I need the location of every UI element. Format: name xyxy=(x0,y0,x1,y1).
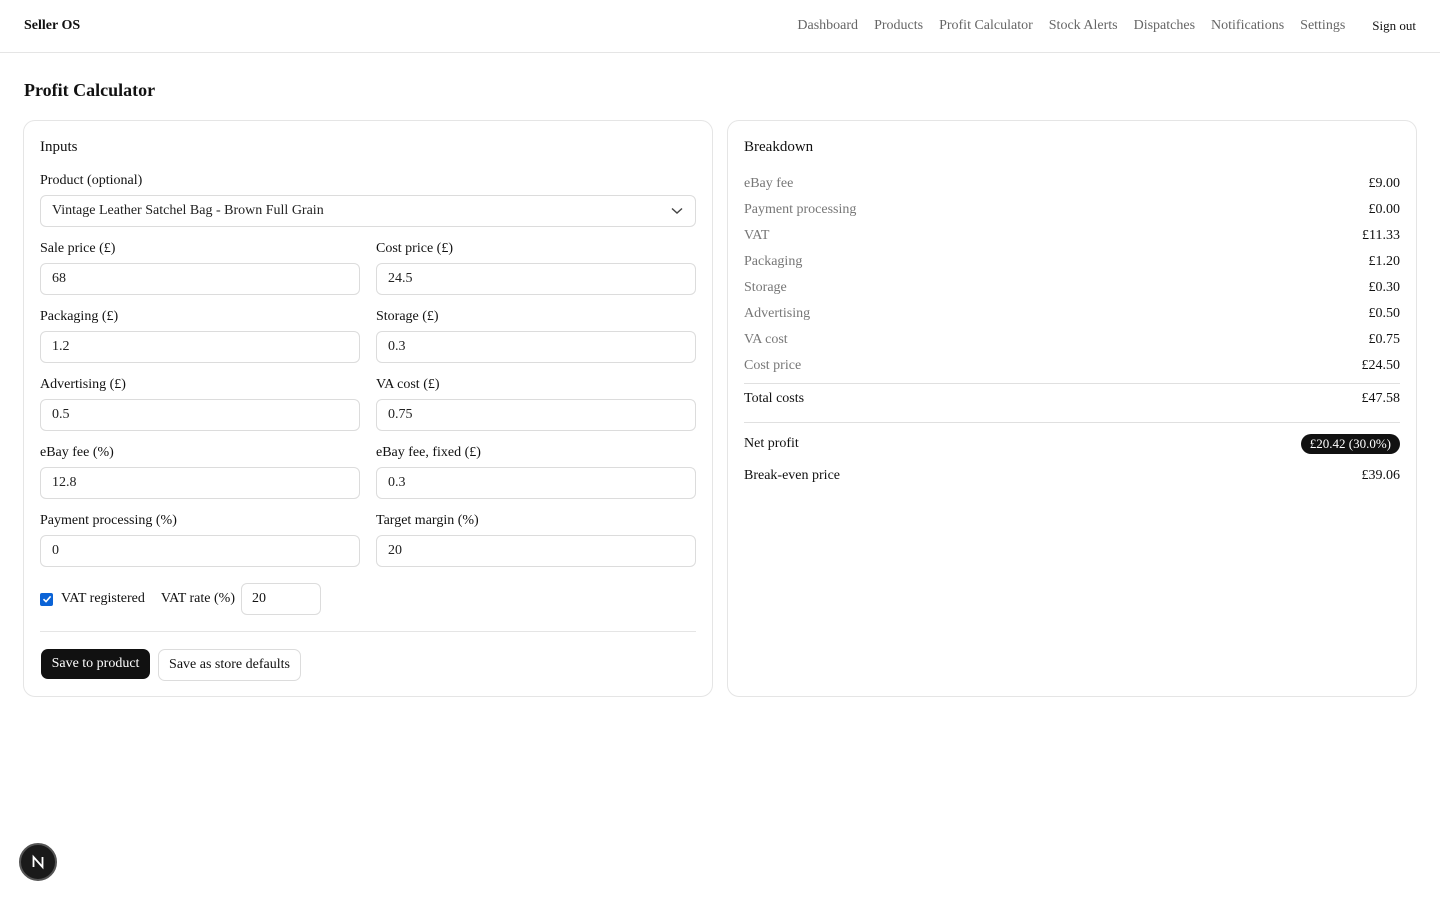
storage-input[interactable]: 0.3 xyxy=(376,331,696,363)
va-cost-input[interactable]: 0.75 xyxy=(376,399,696,431)
ebay-fee-fixed-label: eBay fee, fixed (£) xyxy=(376,445,481,460)
breakdown-row-value: £11.33 xyxy=(1362,228,1400,243)
breakdown-row-label: Packaging xyxy=(744,254,803,269)
checkmark-icon xyxy=(42,595,51,603)
target-margin-input[interactable]: 20 xyxy=(376,535,696,567)
payment-processing-input[interactable]: 0 xyxy=(40,535,360,567)
inputs-card: Inputs Product (optional) Vintage Leathe… xyxy=(23,120,713,697)
cost-price-input[interactable]: 24.5 xyxy=(376,263,696,295)
breakdown-row-value: £0.75 xyxy=(1368,332,1401,347)
vat-settings-row: VAT registered VAT rate (%) 20 xyxy=(40,583,321,615)
packaging-label: Packaging (£) xyxy=(40,309,119,324)
net-profit-badge: £20.42 (30.0%) xyxy=(1300,434,1400,454)
sale-price-label: Sale price (£) xyxy=(40,241,116,256)
brand-logo-text[interactable]: Seller OS xyxy=(24,18,80,34)
break-even-row: Break-even price £39.06 xyxy=(744,466,1400,486)
ebay-fee-input[interactable]: 12.8 xyxy=(40,467,360,499)
breakdown-row-label: Payment processing xyxy=(744,202,857,217)
nav-stock-alerts[interactable]: Stock Alerts xyxy=(1049,18,1118,34)
sign-out-button[interactable]: Sign out xyxy=(1372,18,1416,34)
advertising-input[interactable]: 0.5 xyxy=(40,399,360,431)
breakdown-row: Storage £0.30 xyxy=(744,278,1400,298)
next-logo-icon[interactable] xyxy=(19,843,57,881)
product-select[interactable]: Vintage Leather Satchel Bag - Brown Full… xyxy=(40,195,696,227)
page-title: Profit Calculator xyxy=(24,80,156,100)
breakdown-row: VA cost £0.75 xyxy=(744,330,1400,350)
inputs-divider xyxy=(40,631,696,632)
ebay-fee-label: eBay fee (%) xyxy=(40,445,114,460)
breakdown-row: Advertising £0.50 xyxy=(744,304,1400,324)
breakdown-row-value: £24.50 xyxy=(1361,358,1401,373)
nav-profit-calculator[interactable]: Profit Calculator xyxy=(939,18,1033,34)
breakdown-card: Breakdown eBay fee £9.00 Payment process… xyxy=(727,120,1417,697)
sale-price-input[interactable]: 68 xyxy=(40,263,360,295)
breakdown-row: eBay fee £9.00 xyxy=(744,174,1400,194)
ebay-fee-fixed-input[interactable]: 0.3 xyxy=(376,467,696,499)
main-nav: Dashboard Products Profit Calculator Sto… xyxy=(797,18,1416,34)
nav-products[interactable]: Products xyxy=(874,18,923,34)
inputs-card-title: Inputs xyxy=(40,139,78,155)
va-cost-label: VA cost (£) xyxy=(376,377,440,392)
vat-rate-label: VAT rate (%) xyxy=(160,591,235,606)
net-profit-label: Net profit xyxy=(744,436,799,451)
target-margin-label: Target margin (%) xyxy=(376,513,479,528)
breakdown-row-value: £1.20 xyxy=(1368,254,1401,269)
packaging-input[interactable]: 1.2 xyxy=(40,331,360,363)
breakdown-row: Packaging £1.20 xyxy=(744,252,1400,272)
break-even-value: £39.06 xyxy=(1361,468,1401,483)
nav-dispatches[interactable]: Dispatches xyxy=(1134,18,1195,34)
breakdown-row-label: eBay fee xyxy=(744,176,794,191)
breakdown-divider xyxy=(744,383,1400,384)
advertising-label: Advertising (£) xyxy=(40,377,126,392)
n-letter-icon xyxy=(32,854,44,870)
breakdown-row: Payment processing £0.00 xyxy=(744,200,1400,220)
breakdown-divider xyxy=(744,422,1400,423)
nav-settings[interactable]: Settings xyxy=(1300,18,1345,34)
total-costs-row: Total costs £47.58 xyxy=(744,389,1400,409)
vat-rate-input[interactable]: 20 xyxy=(241,583,321,615)
total-costs-value: £47.58 xyxy=(1361,391,1401,406)
break-even-label: Break-even price xyxy=(744,468,840,483)
breakdown-row-label: VAT xyxy=(744,228,770,243)
top-navigation-bar: Seller OS Dashboard Products Profit Calc… xyxy=(0,0,1440,53)
nav-dashboard[interactable]: Dashboard xyxy=(797,18,858,34)
net-profit-row: Net profit £20.42 (30.0%) xyxy=(744,434,1400,454)
vat-registered-checkbox[interactable] xyxy=(40,592,53,606)
breakdown-row-label: Cost price xyxy=(744,358,802,373)
nav-notifications[interactable]: Notifications xyxy=(1211,18,1284,34)
product-select-label: Product (optional) xyxy=(40,173,143,188)
payment-processing-label: Payment processing (%) xyxy=(40,513,177,528)
save-to-product-button[interactable]: Save to product xyxy=(41,649,150,679)
cost-price-label: Cost price (£) xyxy=(376,241,453,256)
breakdown-row-value: £0.50 xyxy=(1368,306,1401,321)
breakdown-row-label: VA cost xyxy=(744,332,788,347)
breakdown-row: VAT £11.33 xyxy=(744,226,1400,246)
breakdown-card-title: Breakdown xyxy=(744,139,814,155)
breakdown-row-value: £0.30 xyxy=(1368,280,1401,295)
breakdown-row-value: £9.00 xyxy=(1368,176,1401,191)
breakdown-row-label: Storage xyxy=(744,280,787,295)
chevron-down-icon xyxy=(671,205,683,217)
storage-label: Storage (£) xyxy=(376,309,439,324)
breakdown-row-value: £0.00 xyxy=(1368,202,1401,217)
vat-registered-label: VAT registered xyxy=(61,591,145,606)
product-select-value: Vintage Leather Satchel Bag - Brown Full… xyxy=(52,203,324,218)
save-store-defaults-button[interactable]: Save as store defaults xyxy=(158,649,301,681)
total-costs-label: Total costs xyxy=(744,391,805,406)
breakdown-row: Cost price £24.50 xyxy=(744,356,1400,376)
breakdown-row-label: Advertising xyxy=(744,306,811,321)
